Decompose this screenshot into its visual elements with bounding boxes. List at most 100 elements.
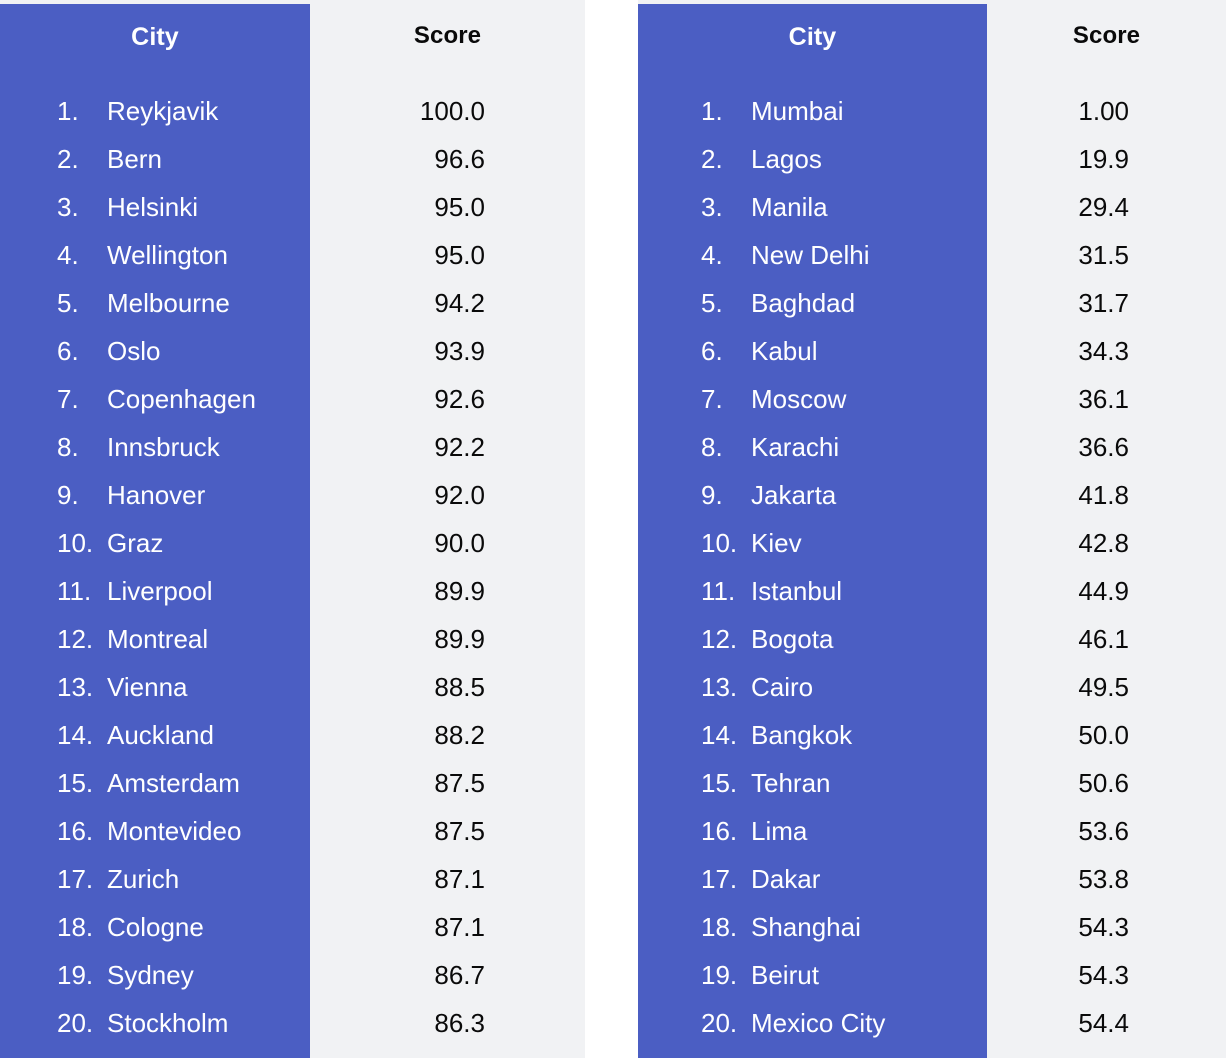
score-value: 92.2 [434, 432, 485, 462]
city-row: 16. Lima [638, 807, 987, 855]
city-row: 8. Karachi [638, 423, 987, 471]
city-name: Bogota [751, 624, 834, 654]
city-name: Baghdad [751, 288, 856, 318]
city-row: 9. Hanover [0, 471, 310, 519]
city-name: Graz [107, 528, 164, 558]
score-value: 29.4 [1078, 192, 1129, 222]
city-name: Mumbai [751, 96, 844, 126]
city-rank: 14. [701, 720, 738, 750]
city-rank: 7. [57, 384, 79, 414]
city-rank: 1. [57, 96, 79, 126]
city-row: 13. Cairo [638, 663, 987, 711]
score-value: 94.2 [434, 288, 485, 318]
table-gap-divider [585, 0, 638, 1058]
city-row: 12. Montreal [0, 615, 310, 663]
right-city-panel: City 1. Mumbai 2. Lagos 3. Manila 4. New Delhi 5… [638, 0, 987, 1058]
city-name: Montreal [107, 624, 209, 654]
city-row: 12. Bogota [638, 615, 987, 663]
score-value: 86.7 [434, 960, 485, 990]
score-value: 36.6 [1078, 432, 1129, 462]
ranking-tables-page: City 1. Reykjavik 2. Bern 3. Helsinki 4. Wellin… [0, 0, 1226, 1058]
city-rank: 1. [701, 96, 723, 126]
score-value: 54.3 [1078, 912, 1129, 942]
city-rank: 2. [57, 144, 79, 174]
score-value: 88.5 [434, 672, 485, 702]
score-value: 1.00 [1078, 96, 1129, 126]
score-value: 88.2 [434, 720, 485, 750]
score-value: 46.1 [1078, 624, 1129, 654]
score-value: 100.0 [419, 96, 485, 126]
city-rank: 20. [57, 1008, 94, 1038]
score-value: 87.5 [434, 816, 485, 846]
city-row: 20. Stockholm [0, 999, 310, 1047]
city-name: Lima [751, 816, 808, 846]
right-ranking-table: City 1. Mumbai 2. Lagos 3. Manila 4. New Delhi 5… [638, 0, 1226, 1058]
score-value: 86.3 [434, 1008, 485, 1038]
score-value: 41.8 [1078, 480, 1129, 510]
city-rank: 5. [57, 288, 79, 318]
city-rank: 9. [701, 480, 723, 510]
score-value: 53.6 [1078, 816, 1129, 846]
city-row: 2. Bern [0, 135, 310, 183]
city-name: Vienna [107, 672, 188, 702]
score-value: 96.6 [434, 144, 485, 174]
city-rank: 6. [57, 336, 79, 366]
city-rank: 7. [701, 384, 723, 414]
city-name: Melbourne [107, 288, 230, 318]
city-name: Beirut [751, 960, 819, 990]
score-value: 92.6 [434, 384, 485, 414]
score-value: 53.8 [1078, 864, 1129, 894]
city-rank: 5. [701, 288, 723, 318]
city-row: 19. Sydney [0, 951, 310, 999]
city-row: 10. Kiev [638, 519, 987, 567]
city-rank: 15. [57, 768, 94, 798]
score-value: 87.1 [434, 864, 485, 894]
city-name: Reykjavik [107, 96, 219, 126]
city-rank: 10. [57, 528, 94, 558]
score-value: 54.3 [1078, 960, 1129, 990]
city-row: 17. Zurich [0, 855, 310, 903]
city-name: Karachi [751, 432, 840, 462]
city-name: Sydney [107, 960, 194, 990]
city-rank: 12. [57, 624, 94, 654]
city-rank: 17. [701, 864, 738, 894]
city-name: Montevideo [107, 816, 242, 846]
city-rank: 14. [57, 720, 94, 750]
city-rank: 12. [701, 624, 738, 654]
score-value: 42.8 [1078, 528, 1129, 558]
city-name: Cologne [107, 912, 204, 942]
city-row: 13. Vienna [0, 663, 310, 711]
city-rank: 2. [701, 144, 723, 174]
city-rank: 15. [701, 768, 738, 798]
city-row: 14. Bangkok [638, 711, 987, 759]
city-rank: 8. [57, 432, 79, 462]
left-city-panel: City 1. Reykjavik 2. Bern 3. Helsinki 4. Wellin… [0, 0, 310, 1058]
right-city-column-header: City [788, 23, 837, 51]
city-row: 19. Beirut [638, 951, 987, 999]
city-row: 5. Baghdad [638, 279, 987, 327]
city-row: 3. Manila [638, 183, 987, 231]
city-row: 8. Innsbruck [0, 423, 310, 471]
right-score-panel: Score 1.00 19.9 29.4 31.5 31.7 34.3 36.1 36.6 41… [987, 0, 1226, 1058]
city-row: 4. Wellington [0, 231, 310, 279]
city-row: 18. Shanghai [638, 903, 987, 951]
city-name: Manila [751, 192, 828, 222]
city-name: Lagos [751, 144, 822, 174]
city-name: Liverpool [107, 576, 213, 606]
city-rank: 13. [57, 672, 94, 702]
score-value: 93.9 [434, 336, 485, 366]
city-name: Kiev [751, 528, 802, 558]
left-city-column-header: City [131, 23, 179, 51]
city-name: Wellington [107, 240, 228, 270]
city-row: 14. Auckland [0, 711, 310, 759]
city-row: 3. Helsinki [0, 183, 310, 231]
city-name: Innsbruck [107, 432, 220, 462]
city-rank: 10. [701, 528, 738, 558]
left-ranking-table: City 1. Reykjavik 2. Bern 3. Helsinki 4. Wellin… [0, 0, 585, 1058]
city-row: 18. Cologne [0, 903, 310, 951]
city-row: 2. Lagos [638, 135, 987, 183]
city-name: Helsinki [107, 192, 199, 222]
score-value: 89.9 [434, 624, 485, 654]
city-row: 5. Melbourne [0, 279, 310, 327]
city-rank: 19. [701, 960, 738, 990]
